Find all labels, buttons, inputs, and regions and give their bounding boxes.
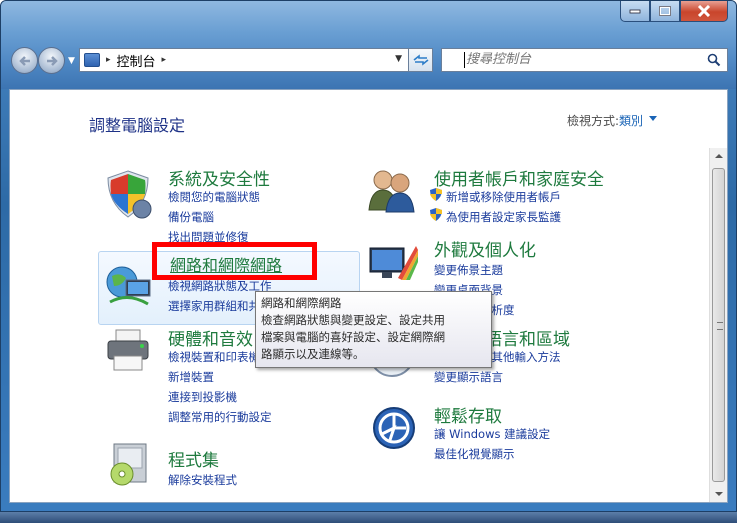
view-by-dropdown[interactable]: 類別 bbox=[619, 112, 643, 129]
link-mobility-settings[interactable]: 調整常用的行動設定 bbox=[168, 409, 272, 425]
control-panel-window: ▼ ▸ 控制台 ▸ ▼ 調整電腦設定 檢視方式: 類別 bbox=[0, 0, 737, 512]
minimize-button[interactable] bbox=[620, 1, 650, 22]
caption-buttons bbox=[620, 1, 728, 22]
link-add-device[interactable]: 新增裝置 bbox=[168, 369, 214, 385]
page-title: 調整電腦設定 bbox=[89, 116, 186, 135]
category-title[interactable]: 使用者帳戶和家庭安全 bbox=[434, 165, 604, 190]
address-dropdown-icon[interactable]: ▼ bbox=[395, 54, 402, 64]
link-uninstall[interactable]: 解除安裝程式 bbox=[168, 472, 237, 488]
uac-shield-icon bbox=[430, 188, 442, 201]
text-caret bbox=[464, 52, 465, 68]
link-devices-printers[interactable]: 檢視裝置和印表機 bbox=[168, 349, 260, 365]
link-display-language[interactable]: 變更顯示語言 bbox=[434, 369, 503, 385]
category-title[interactable]: 程式集 bbox=[168, 446, 219, 471]
link-check-status[interactable]: 檢閱您的電腦狀態 bbox=[168, 189, 260, 205]
uac-shield-icon bbox=[430, 208, 442, 221]
forward-button[interactable] bbox=[38, 47, 65, 74]
link-windows-suggest[interactable]: 讓 Windows 建議設定 bbox=[434, 426, 550, 442]
scroll-thumb[interactable] bbox=[712, 168, 725, 482]
highlight-annotation-box bbox=[152, 242, 317, 280]
link-backup[interactable]: 備份電腦 bbox=[168, 209, 214, 225]
navigation-bar: ▼ ▸ 控制台 ▸ ▼ bbox=[11, 47, 728, 75]
scroll-up-icon[interactable] bbox=[715, 154, 723, 158]
link-add-remove-users[interactable]: 新增或移除使用者帳戶 bbox=[446, 189, 561, 205]
tooltip-line: 檔案與電腦的喜好設定、設定網際網 bbox=[261, 330, 445, 344]
category-tooltip: 網路和網際網路 檢查網路狀態與變更設定、設定共用 檔案與電腦的喜好設定、設定網際… bbox=[255, 291, 492, 368]
shield-icon[interactable] bbox=[102, 169, 154, 221]
refresh-button[interactable] bbox=[409, 48, 433, 72]
tooltip-title: 網路和網際網路 bbox=[261, 296, 342, 310]
search-icon[interactable] bbox=[707, 53, 721, 67]
view-by-label: 檢視方式: bbox=[566, 114, 619, 128]
link-connect-projector[interactable]: 連接到投影機 bbox=[168, 389, 237, 405]
refresh-icon bbox=[413, 54, 428, 66]
network-globe-icon[interactable] bbox=[104, 262, 154, 310]
scroll-down-icon[interactable] bbox=[715, 492, 723, 496]
link-optimize-display[interactable]: 最佳化視覺顯示 bbox=[434, 446, 515, 462]
taskbar-strip bbox=[0, 512, 737, 523]
maximize-button[interactable] bbox=[650, 1, 680, 22]
tooltip-line: 路顯示以及連線等。 bbox=[261, 347, 365, 361]
tooltip-line: 檢查網路狀態與變更設定、設定共用 bbox=[261, 313, 445, 327]
maximize-icon bbox=[659, 6, 671, 16]
breadcrumb-separator: ▸ bbox=[106, 55, 111, 65]
close-icon bbox=[697, 5, 711, 17]
breadcrumb-control-panel[interactable]: 控制台 bbox=[117, 51, 156, 70]
close-button[interactable] bbox=[680, 1, 728, 22]
minimize-icon bbox=[629, 9, 641, 14]
back-button[interactable] bbox=[11, 47, 38, 74]
link-parental-controls[interactable]: 為使用者設定家長監護 bbox=[446, 209, 561, 225]
ease-of-access-icon[interactable] bbox=[372, 406, 416, 450]
address-bar[interactable]: ▸ 控制台 ▸ ▼ bbox=[79, 48, 409, 72]
programs-disc-icon[interactable] bbox=[106, 440, 152, 488]
view-by-caret-icon[interactable] bbox=[649, 116, 657, 121]
control-panel-icon bbox=[84, 53, 100, 67]
forward-arrow-icon bbox=[46, 55, 58, 66]
scroll-grip-icon bbox=[717, 322, 723, 330]
category-title[interactable]: 系統及安全性 bbox=[168, 165, 270, 190]
search-box[interactable] bbox=[441, 48, 728, 72]
appearance-monitor-icon[interactable] bbox=[368, 242, 420, 286]
category-title[interactable]: 硬體和音效 bbox=[168, 325, 253, 350]
link-change-theme[interactable]: 變更佈景主題 bbox=[434, 262, 503, 278]
vertical-scrollbar[interactable] bbox=[709, 148, 727, 502]
search-input[interactable] bbox=[466, 52, 686, 67]
recent-pages-dropdown[interactable]: ▼ bbox=[68, 56, 75, 66]
back-arrow-icon bbox=[18, 55, 30, 66]
category-title[interactable]: 輕鬆存取 bbox=[434, 402, 502, 427]
printer-icon[interactable] bbox=[104, 328, 154, 374]
breadcrumb-separator[interactable]: ▸ bbox=[162, 55, 167, 65]
content-pane: 調整電腦設定 檢視方式: 類別 系統及安全性 檢閱您的電腦狀態 備份電腦 找出問… bbox=[9, 89, 728, 503]
category-title[interactable]: 外觀及個人化 bbox=[434, 236, 536, 261]
users-icon[interactable] bbox=[366, 166, 418, 214]
